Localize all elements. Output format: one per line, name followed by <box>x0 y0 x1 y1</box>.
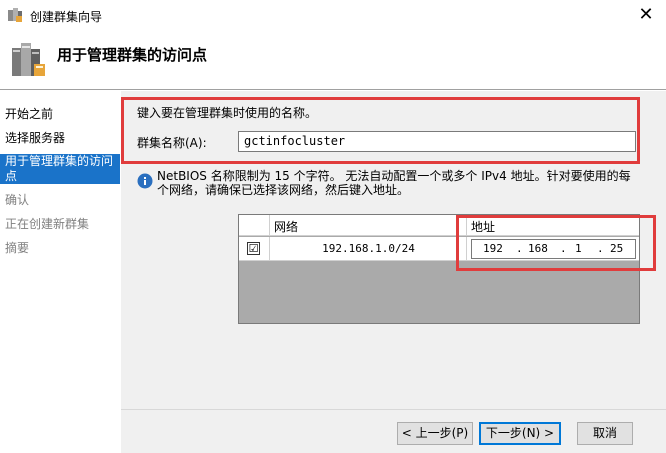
step-creating-cluster: 正在创建新群集 <box>5 217 90 231</box>
instruction-text: 键入要在管理群集时使用的名称。 <box>137 106 318 120</box>
back-button[interactable]: < 上一步(P) <box>397 422 473 445</box>
next-button[interactable]: 下一步(N) > <box>479 422 561 445</box>
step-access-point[interactable]: 用于管理群集的访问点 <box>0 154 120 184</box>
ip-address-input[interactable]: 192 . 168 . 1 . 25 <box>471 239 636 259</box>
table-row: ☑ 192.168.1.0/24 192 . 168 . 1 . 25 <box>239 237 639 261</box>
step-before-you-begin[interactable]: 开始之前 <box>5 106 119 122</box>
ip-dot: . <box>560 242 567 255</box>
cancel-button[interactable]: 取消 <box>577 422 633 445</box>
network-cell: 192.168.1.0/24 <box>271 237 467 261</box>
title-bar: 创建群集向导 ✕ <box>0 0 666 30</box>
ip-dot: . <box>516 242 523 255</box>
ip-octet-2[interactable]: 168 <box>528 242 548 255</box>
close-icon[interactable]: ✕ <box>626 0 666 30</box>
window-title: 创建群集向导 <box>30 10 103 24</box>
ip-dot: . <box>597 242 604 255</box>
row-check-cell: ☑ <box>239 237 270 261</box>
column-header-network[interactable]: 网络 <box>271 215 467 236</box>
wizard-steps: 开始之前 选择服务器 用于管理群集的访问点 确认 正在创建新群集 摘要 <box>0 91 120 453</box>
network-grid: 网络 地址 ☑ 192.168.1.0/24 192 . 168 . 1 . 2… <box>238 214 640 324</box>
header-check-column <box>239 215 270 236</box>
cluster-app-icon <box>8 8 22 22</box>
network-checkbox[interactable]: ☑ <box>247 242 260 255</box>
ip-octet-1[interactable]: 192 <box>483 242 503 255</box>
info-icon <box>137 173 153 189</box>
column-header-address[interactable]: 地址 <box>468 215 639 236</box>
footer-divider <box>121 409 666 410</box>
cluster-name-input[interactable]: gctinfocluster <box>238 131 636 152</box>
step-confirmation: 确认 <box>5 193 30 207</box>
step-summary: 摘要 <box>5 241 30 255</box>
grid-header: 网络 地址 <box>239 215 639 236</box>
cluster-servers-icon <box>12 43 45 76</box>
ip-octet-4[interactable]: 25 <box>610 242 623 255</box>
step-select-servers[interactable]: 选择服务器 <box>5 130 119 146</box>
info-text: NetBIOS 名称限制为 15 个字符。 无法自动配置一个或多个 IPv4 地… <box>157 169 631 197</box>
wizard-header: 用于管理群集的访问点 <box>0 30 666 90</box>
ip-octet-3[interactable]: 1 <box>575 242 582 255</box>
page-title: 用于管理群集的访问点 <box>57 46 208 64</box>
cluster-name-label: 群集名称(A): <box>137 136 207 150</box>
